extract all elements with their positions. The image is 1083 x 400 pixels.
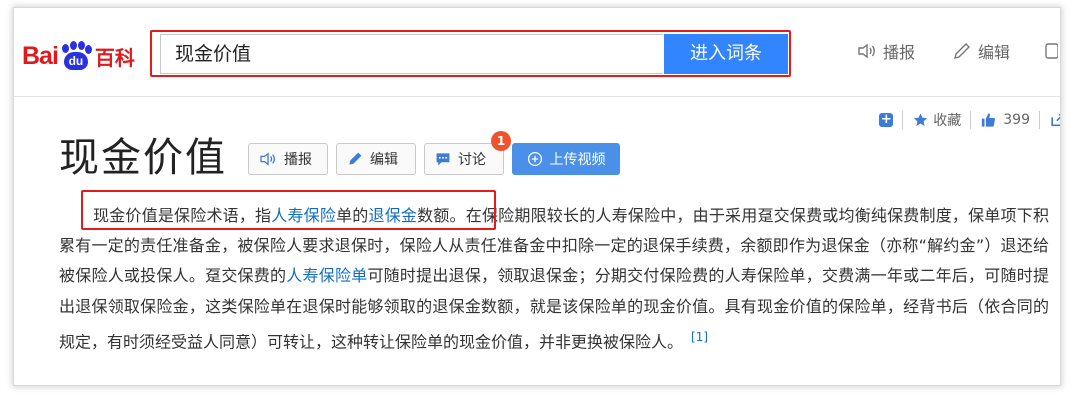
logo-du-text: du <box>63 52 88 70</box>
search-highlight-box <box>150 30 791 77</box>
broadcast-label: 播报 <box>284 152 312 168</box>
speaker-icon <box>260 152 275 166</box>
browser-frame: Bai du 百科 现金价值 进入词条 播报 编辑 + 收藏 399 现金价值 … <box>14 8 1060 385</box>
link-life-insurance-policy[interactable]: 人寿保险单 <box>286 266 367 285</box>
chat-icon <box>436 153 450 166</box>
edit-label: 编辑 <box>370 152 398 168</box>
entry-tools: + 收藏 399 <box>879 108 1060 132</box>
header-divider <box>14 96 1060 97</box>
page-title: 现金价值 <box>59 135 227 181</box>
discuss-button[interactable]: 讨论 <box>424 143 504 175</box>
share-icon[interactable] <box>1049 112 1060 128</box>
reference-link[interactable]: [1] <box>691 330 708 344</box>
like-count: 399 <box>1003 112 1030 128</box>
pencil-icon <box>349 152 362 165</box>
definition-highlight-box <box>81 190 496 230</box>
speaker-icon <box>858 43 875 59</box>
broadcast-button[interactable]: 播报 <box>248 143 328 175</box>
header-broadcast-label: 播报 <box>883 43 916 62</box>
edit-button[interactable]: 编辑 <box>336 143 416 175</box>
logo-bai-text: Bai <box>22 41 59 70</box>
header-edit-label: 编辑 <box>978 43 1011 62</box>
upload-video-button[interactable]: 上传视频 <box>512 143 620 175</box>
baidu-baike-logo[interactable]: Bai du 百科 <box>22 40 135 72</box>
add-icon[interactable]: + <box>879 113 894 127</box>
star-icon <box>914 113 928 126</box>
plus-circle-icon <box>527 151 542 167</box>
thumbs-up-icon[interactable] <box>980 112 997 128</box>
header-more-icon[interactable] <box>1044 37 1060 65</box>
header-edit-button[interactable]: 编辑 <box>952 37 1010 65</box>
discuss-label: 讨论 <box>458 152 486 168</box>
header-broadcast-button[interactable]: 播报 <box>857 37 915 65</box>
pencil-icon <box>954 43 970 59</box>
discuss-count-badge: 1 <box>491 131 511 151</box>
upload-video-label: 上传视频 <box>549 152 606 168</box>
paw-icon: du <box>59 41 93 71</box>
logo-baike-text: 百科 <box>94 45 135 70</box>
collect-label[interactable]: 收藏 <box>933 110 961 130</box>
